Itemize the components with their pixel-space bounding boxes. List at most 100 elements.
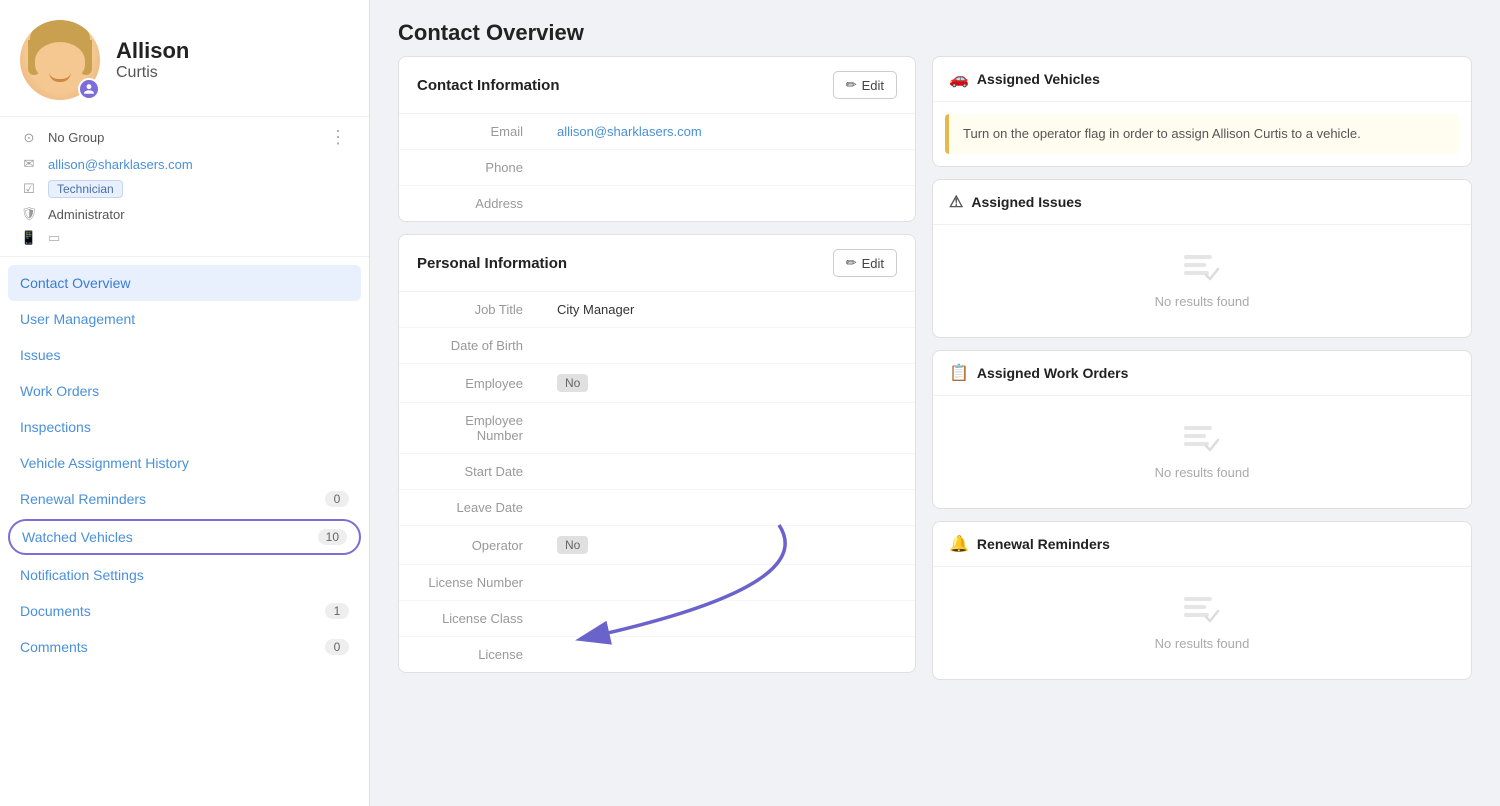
profile-name: Allison Curtis	[116, 38, 189, 82]
assigned-work-orders-empty-label: No results found	[1155, 465, 1250, 480]
right-column: 🚗 Assigned Vehicles Turn on the operator…	[932, 56, 1472, 786]
nav-label-contact-overview: Contact Overview	[20, 275, 130, 291]
table-row: Email allison@sharklasers.com	[399, 114, 915, 150]
sidebar-item-watched-vehicles[interactable]: Watched Vehicles 10	[8, 519, 361, 555]
sidebar-item-vehicle-assignment-history[interactable]: Vehicle Assignment History	[0, 445, 369, 481]
field-label-employee-number: Employee Number	[399, 403, 539, 454]
nav-label-notification-settings: Notification Settings	[20, 567, 144, 583]
car-icon: 🚗	[949, 69, 969, 89]
field-label-leave-date: Leave Date	[399, 490, 539, 526]
comments-badge: 0	[325, 639, 349, 655]
nav-label-watched-vehicles: Watched Vehicles	[22, 529, 133, 545]
assigned-work-orders-title: Assigned Work Orders	[977, 365, 1128, 381]
role-row: ☑ Technician	[20, 180, 349, 198]
shield-icon: 🛡	[20, 206, 38, 222]
edit-label: Edit	[862, 78, 884, 93]
group-name: No Group	[48, 130, 104, 145]
pencil-icon: ✏	[846, 255, 857, 271]
exclamation-icon: ⚠	[949, 192, 963, 212]
sidebar-nav: Contact Overview User Management Issues …	[0, 257, 369, 806]
operator-toggle[interactable]: No	[557, 536, 588, 554]
field-value-start-date	[539, 454, 915, 490]
field-label-license-class: License Class	[399, 601, 539, 637]
sidebar-item-renewal-reminders[interactable]: Renewal Reminders 0	[0, 481, 369, 517]
role-badge: Technician	[48, 180, 123, 198]
personal-info-header: Personal Information ✏ Edit	[399, 235, 915, 292]
contact-info-title: Contact Information	[417, 77, 560, 94]
sidebar-item-comments[interactable]: Comments 0	[0, 629, 369, 665]
page-title: Contact Overview	[398, 20, 1472, 46]
email-row: ✉ allison@sharklasers.com	[20, 156, 349, 172]
table-row: Employee No	[399, 364, 915, 403]
employee-toggle[interactable]: No	[557, 374, 588, 392]
no-results-icon	[1184, 253, 1220, 286]
renewal-reminders-card: 🔔 Renewal Reminders No results found	[932, 521, 1472, 680]
sidebar-item-notification-settings[interactable]: Notification Settings	[0, 557, 369, 593]
table-row: Leave Date	[399, 490, 915, 526]
renewal-reminders-empty: No results found	[933, 567, 1471, 679]
field-label-address: Address	[399, 186, 539, 222]
table-row: Date of Birth	[399, 328, 915, 364]
field-value-phone	[539, 150, 915, 186]
table-row: License	[399, 637, 915, 673]
group-more-icon[interactable]: ⋮	[329, 127, 349, 148]
contact-info-card: Contact Information ✏ Edit Email allison…	[398, 56, 916, 222]
email-link[interactable]: allison@sharklasers.com	[48, 157, 193, 172]
contact-info-edit-button[interactable]: ✏ Edit	[833, 71, 897, 99]
nav-label-vehicle-assignment-history: Vehicle Assignment History	[20, 455, 189, 471]
bell-icon: 🔔	[949, 534, 969, 554]
assigned-vehicles-warning: Turn on the operator flag in order to as…	[945, 114, 1459, 154]
assigned-work-orders-empty: No results found	[933, 396, 1471, 508]
table-row: Employee Number	[399, 403, 915, 454]
avatar	[20, 20, 100, 100]
nav-label-documents: Documents	[20, 603, 91, 619]
group-row: ⊙ No Group ⋮	[20, 127, 349, 148]
assigned-work-orders-card: 📋 Assigned Work Orders No results found	[932, 350, 1472, 509]
assigned-vehicles-header: 🚗 Assigned Vehicles	[933, 57, 1471, 102]
personal-info-edit-button[interactable]: ✏ Edit	[833, 249, 897, 277]
table-row: Job Title City Manager	[399, 292, 915, 328]
device-row: 📱 ▭	[20, 230, 349, 246]
field-value-dob	[539, 328, 915, 364]
field-value-license-number	[539, 565, 915, 601]
sidebar-item-inspections[interactable]: Inspections	[0, 409, 369, 445]
sidebar-item-user-management[interactable]: User Management	[0, 301, 369, 337]
check-icon: ☑	[20, 181, 38, 197]
table-row: License Class	[399, 601, 915, 637]
assigned-issues-title: Assigned Issues	[971, 194, 1082, 210]
group-icon: ⊙	[20, 130, 38, 146]
renewal-reminders-header: 🔔 Renewal Reminders	[933, 522, 1471, 567]
renewal-reminders-empty-label: No results found	[1155, 636, 1250, 651]
field-label-phone: Phone	[399, 150, 539, 186]
mobile-icon: 📱	[20, 230, 38, 246]
personal-info-table: Job Title City Manager Date of Birth Emp…	[399, 292, 915, 672]
no-results-icon	[1184, 595, 1220, 628]
device-placeholder: ▭	[48, 230, 60, 246]
field-label-license: License	[399, 637, 539, 673]
table-row: Address	[399, 186, 915, 222]
nav-label-issues: Issues	[20, 347, 60, 363]
table-row: Operator No	[399, 526, 915, 565]
nav-label-work-orders: Work Orders	[20, 383, 99, 399]
assigned-work-orders-header: 📋 Assigned Work Orders	[933, 351, 1471, 396]
sidebar-item-contact-overview[interactable]: Contact Overview	[8, 265, 361, 301]
sidebar-item-work-orders[interactable]: Work Orders	[0, 373, 369, 409]
assigned-issues-header: ⚠ Assigned Issues	[933, 180, 1471, 225]
field-label-license-number: License Number	[399, 565, 539, 601]
field-label-job-title: Job Title	[399, 292, 539, 328]
sidebar-meta: ⊙ No Group ⋮ ✉ allison@sharklasers.com ☑…	[0, 117, 369, 257]
assigned-issues-card: ⚠ Assigned Issues No results found	[932, 179, 1472, 338]
watched-vehicles-badge: 10	[318, 529, 347, 545]
nav-label-user-management: User Management	[20, 311, 135, 327]
field-label-operator: Operator	[399, 526, 539, 565]
no-results-icon	[1184, 424, 1220, 457]
sidebar-item-issues[interactable]: Issues	[0, 337, 369, 373]
table-row: Phone	[399, 150, 915, 186]
field-label-email: Email	[399, 114, 539, 150]
profile-first-name: Allison	[116, 38, 189, 64]
personal-info-title: Personal Information	[417, 255, 567, 272]
admin-label: Administrator	[48, 207, 125, 222]
field-label-employee: Employee	[399, 364, 539, 403]
nav-label-comments: Comments	[20, 639, 88, 655]
sidebar-item-documents[interactable]: Documents 1	[0, 593, 369, 629]
